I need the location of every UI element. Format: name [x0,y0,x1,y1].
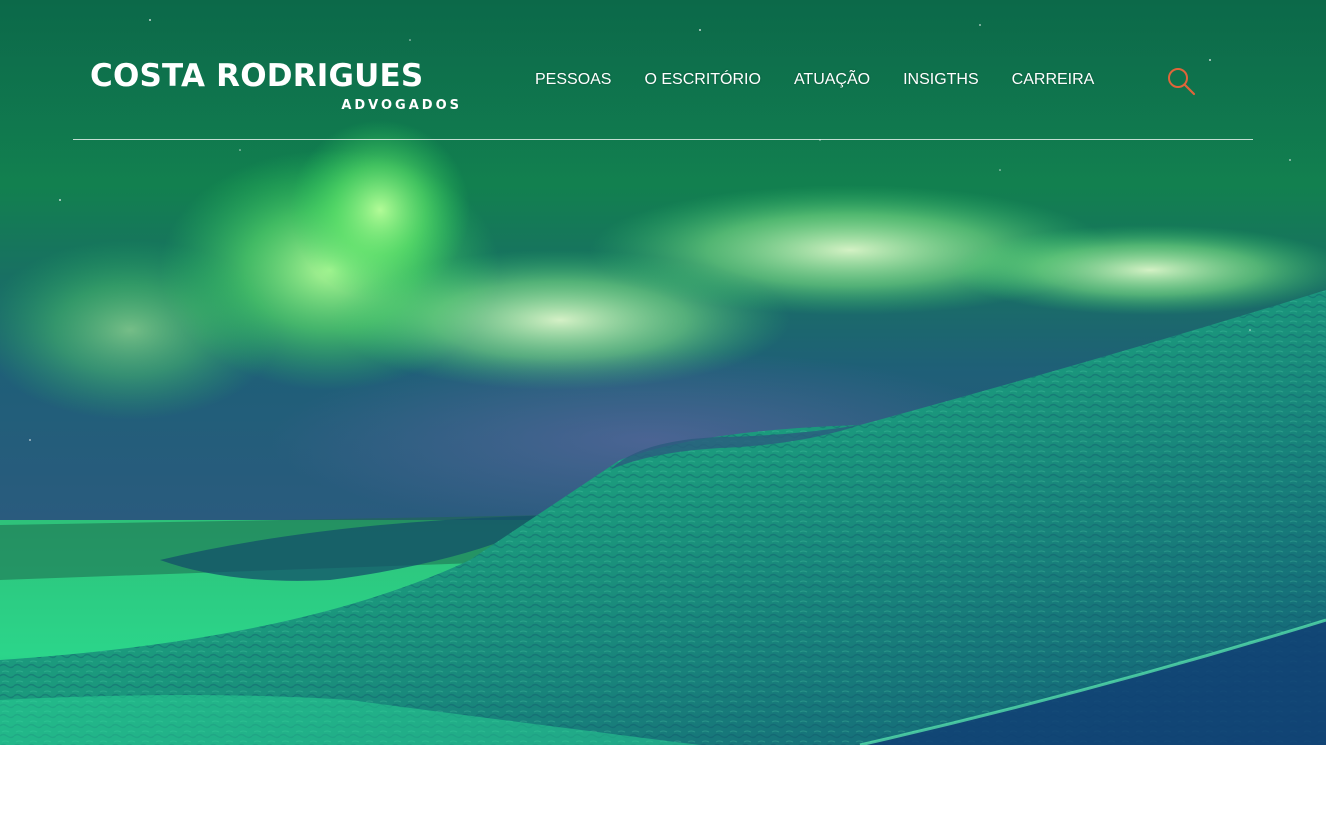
hero-banner: COSTA RODRIGUES ADVOGADOS PESSOAS O ESCR… [0,0,1326,745]
brand-name: COSTA RODRIGUES [90,58,424,94]
nav-item-pessoas[interactable]: PESSOAS [535,70,611,90]
page-content-area [0,745,1326,828]
header-divider [73,139,1253,140]
search-button[interactable] [1165,65,1197,97]
nav-item-escritorio[interactable]: O ESCRITÓRIO [644,70,760,90]
main-navigation: PESSOAS O ESCRITÓRIO ATUAÇÃO INSIGTHS CA… [535,69,1094,91]
site-header: COSTA RODRIGUES ADVOGADOS PESSOAS O ESCR… [0,0,1326,140]
brand-tagline: ADVOGADOS [341,98,462,113]
nav-item-insigths[interactable]: INSIGTHS [903,70,979,90]
brand-logo[interactable]: COSTA RODRIGUES ADVOGADOS [90,58,470,118]
nav-item-carreira[interactable]: CARREIRA [1012,70,1095,90]
nav-item-atuacao[interactable]: ATUAÇÃO [794,70,870,90]
search-icon [1168,68,1196,96]
